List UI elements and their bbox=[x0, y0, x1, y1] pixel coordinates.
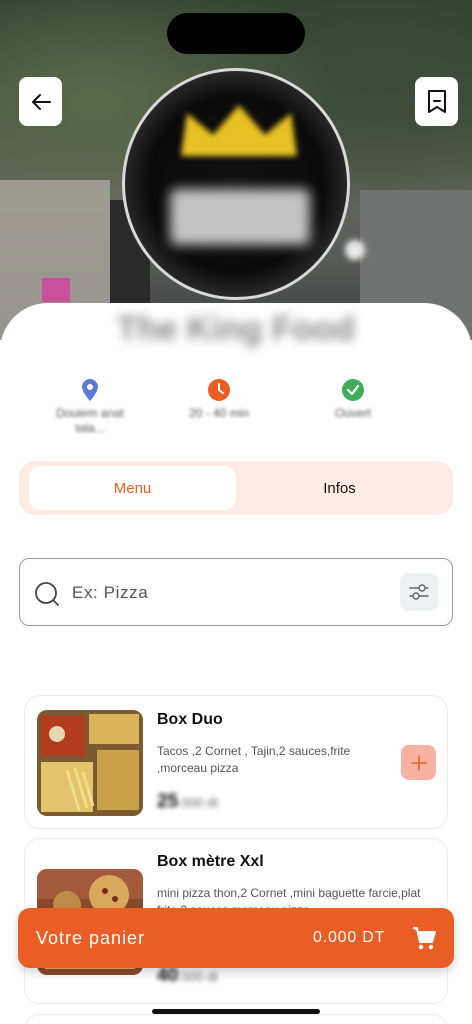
cart-icon bbox=[413, 927, 436, 950]
search-input[interactable] bbox=[72, 579, 372, 607]
restaurant-tabs: Menu Infos bbox=[19, 461, 453, 515]
arrow-left-icon bbox=[31, 93, 51, 110]
product-title: Box Duo bbox=[157, 711, 223, 728]
search-bar bbox=[19, 558, 453, 626]
logo-wordmark bbox=[170, 189, 310, 245]
product-description: Tacos ,2 Cornet , Tajin,2 sauces,frite ,… bbox=[157, 744, 351, 775]
info-location: Douiem anat tala... bbox=[40, 378, 140, 436]
cover-light bbox=[345, 240, 365, 260]
check-circle-icon bbox=[342, 379, 364, 401]
filter-button[interactable] bbox=[400, 573, 438, 611]
bookmark-button[interactable] bbox=[415, 77, 458, 126]
bookmark-icon bbox=[427, 89, 446, 113]
cover-sign bbox=[42, 278, 70, 302]
product-image bbox=[37, 710, 143, 816]
tab-menu[interactable]: Menu bbox=[29, 466, 236, 510]
tab-infos[interactable]: Infos bbox=[236, 466, 443, 510]
product-price: 25.000 dt bbox=[157, 791, 218, 813]
restaurant-name: The King Food bbox=[117, 310, 355, 348]
plus-icon bbox=[410, 754, 427, 771]
product-price-suffix: .000 dt bbox=[178, 969, 218, 984]
product-price-main: 40 bbox=[157, 965, 179, 986]
product-price: 40.000 dt bbox=[157, 965, 218, 987]
product-card[interactable]: Box Duo Tacos ,2 Cornet , Tajin,2 sauces… bbox=[24, 695, 448, 829]
info-status-label: Ouvert bbox=[334, 406, 371, 420]
info-delivery-time: 20 - 40 min bbox=[169, 378, 269, 421]
cart-total: 0.000 DT bbox=[313, 929, 386, 946]
product-title: Box mètre Xxl bbox=[157, 853, 264, 870]
location-pin-icon bbox=[82, 379, 98, 401]
info-status: Ouvert bbox=[303, 378, 403, 421]
cart-button[interactable]: Votre panier 0.000 DT bbox=[18, 908, 454, 968]
product-price-main: 25 bbox=[157, 791, 179, 812]
product-card[interactable] bbox=[24, 1014, 448, 1024]
product-price-suffix: .000 dt bbox=[178, 795, 218, 810]
restaurant-logo bbox=[122, 68, 350, 300]
dynamic-island bbox=[167, 13, 305, 54]
sliders-icon bbox=[409, 584, 429, 600]
add-to-cart-button[interactable] bbox=[401, 745, 436, 780]
search-icon bbox=[35, 582, 59, 606]
clock-icon bbox=[208, 379, 230, 401]
home-indicator bbox=[152, 1009, 320, 1014]
crown-icon bbox=[181, 105, 297, 156]
info-location-label: Douiem anat tala... bbox=[55, 406, 125, 435]
cart-label: Votre panier bbox=[36, 928, 146, 948]
back-button[interactable] bbox=[19, 77, 62, 126]
info-delivery-label: 20 - 40 min bbox=[188, 406, 250, 420]
